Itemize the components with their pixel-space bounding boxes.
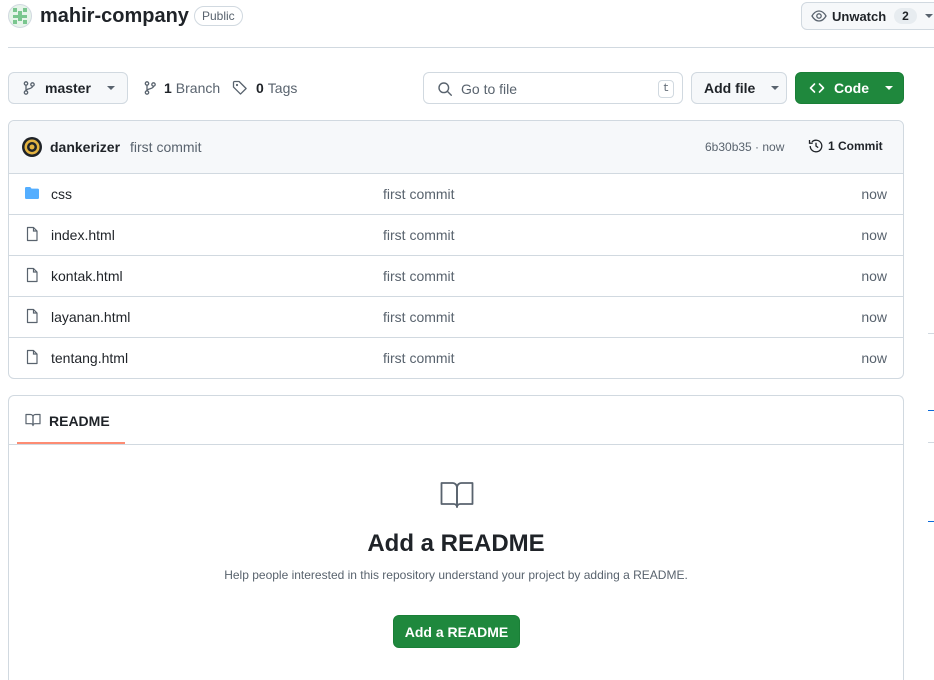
branch-count: 1 — [164, 80, 172, 96]
watch-count: 2 — [894, 8, 917, 24]
file-commit-message[interactable]: first commit — [383, 186, 455, 202]
file-row[interactable]: index.html first commit now — [9, 214, 903, 255]
repo-avatar — [8, 4, 32, 28]
visibility-badge: Public — [194, 6, 243, 26]
branch-icon — [144, 81, 156, 95]
file-age: now — [861, 268, 887, 284]
file-commit-message[interactable]: first commit — [383, 268, 455, 284]
file-name[interactable]: css — [51, 186, 72, 202]
file-commit-message[interactable]: first commit — [383, 350, 455, 366]
sidebar-link-fragment — [928, 410, 934, 411]
file-age: now — [861, 350, 887, 366]
file-age: now — [861, 309, 887, 325]
search-shortcut-key: t — [658, 80, 674, 98]
identicon-icon — [13, 8, 27, 24]
commit-hash-time[interactable]: 6b30b35 · now — [705, 140, 784, 154]
branch-select-button[interactable]: master — [8, 72, 128, 104]
file-name[interactable]: layanan.html — [51, 309, 130, 325]
history-icon — [808, 139, 823, 153]
search-icon — [438, 82, 452, 96]
book-icon — [25, 413, 41, 427]
readme-heading: Add a README — [367, 530, 545, 557]
file-icon — [26, 267, 38, 283]
chevron-down-icon — [924, 14, 933, 18]
file-row[interactable]: kontak.html first commit now — [9, 255, 903, 296]
branch-label: Branch — [175, 80, 221, 96]
sidebar-clipped-region — [924, 70, 934, 550]
tag-count: 0 — [256, 80, 264, 96]
unwatch-label: Unwatch — [832, 8, 887, 24]
file-row[interactable]: tentang.html first commit now — [9, 337, 903, 378]
readme-tab-divider — [9, 444, 903, 445]
tag-icon — [232, 80, 247, 95]
file-row[interactable]: layanan.html first commit now — [9, 296, 903, 337]
folder-icon — [25, 187, 39, 199]
file-age: now — [861, 186, 887, 202]
commits-label: 1 Commit — [828, 139, 883, 153]
code-icon — [809, 83, 825, 93]
commits-link[interactable]: 1 Commit — [808, 138, 883, 154]
file-commit-message[interactable]: first commit — [383, 309, 455, 325]
readme-tab-label: README — [49, 413, 110, 429]
file-row[interactable]: css first commit now — [9, 173, 903, 214]
tags-link[interactable]: 0 Tags — [232, 80, 297, 96]
branch-name: master — [45, 80, 91, 96]
add-readme-label: Add a README — [404, 623, 509, 640]
commit-author[interactable]: dankerizer — [50, 139, 120, 155]
code-label: Code — [834, 80, 869, 96]
header-divider — [8, 47, 934, 48]
branch-icon — [23, 81, 35, 95]
file-name[interactable]: index.html — [51, 227, 115, 243]
tag-label: Tags — [267, 80, 298, 96]
commit-header: dankerizer first commit 6b30b35 · now 1 … — [9, 121, 903, 173]
author-avatar[interactable] — [22, 137, 42, 157]
repo-name[interactable]: mahir-company — [40, 5, 189, 28]
sidebar-divider — [928, 333, 934, 334]
chevron-down-icon — [885, 86, 893, 90]
avatar-icon — [24, 139, 40, 155]
add-readme-button[interactable]: Add a README — [393, 615, 520, 648]
branches-link[interactable]: 1 Branch — [142, 80, 220, 96]
search-placeholder: Go to file — [461, 81, 518, 97]
readme-tab[interactable]: README — [17, 396, 125, 444]
file-age: now — [861, 227, 887, 243]
sidebar-link-fragment — [928, 521, 934, 522]
sidebar-divider — [928, 442, 934, 443]
file-icon — [26, 308, 38, 324]
file-icon — [26, 349, 38, 365]
unwatch-button[interactable]: Unwatch 2 — [801, 2, 934, 30]
chevron-down-icon — [771, 86, 780, 90]
add-file-label: Add file — [704, 80, 756, 96]
add-file-button[interactable]: Add file — [691, 72, 787, 104]
readme-box: README Add a README Help people interest… — [8, 395, 904, 680]
go-to-file-input[interactable]: Go to file t — [423, 72, 683, 104]
readme-description: Help people interested in this repositor… — [224, 568, 688, 582]
file-name[interactable]: tentang.html — [51, 350, 128, 366]
eye-icon — [811, 10, 827, 22]
file-name[interactable]: kontak.html — [51, 268, 123, 284]
code-button[interactable]: Code — [795, 72, 904, 104]
file-commit-message[interactable]: first commit — [383, 227, 455, 243]
book-icon — [440, 482, 474, 508]
file-icon — [26, 226, 38, 242]
commit-message[interactable]: first commit — [130, 139, 202, 155]
chevron-down-icon — [106, 86, 115, 90]
